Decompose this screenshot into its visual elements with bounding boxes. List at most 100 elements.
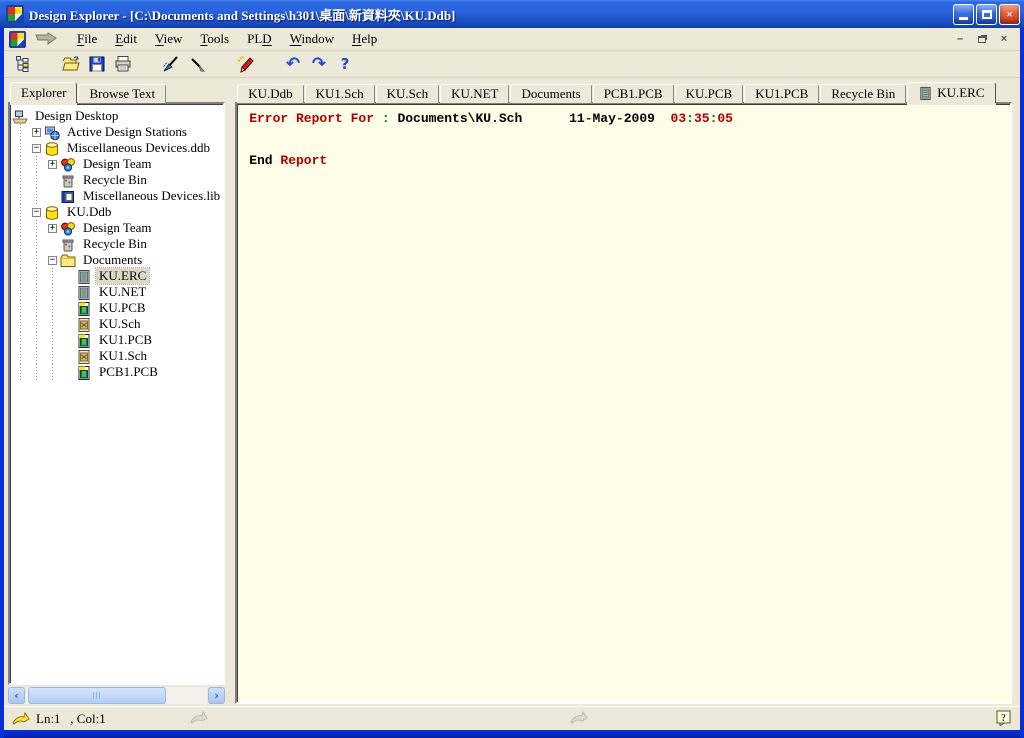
scrollbar-track[interactable]	[26, 687, 207, 704]
tree-item-label[interactable]: Documents	[80, 252, 145, 268]
tree-item-miscellaneous-devices-ddb[interactable]: − Miscellaneous Devices.ddb	[12, 140, 223, 156]
doc-tab-ku-pcb[interactable]: KU.PCB	[675, 84, 744, 103]
editor-text: May	[593, 111, 616, 126]
tree-item-recycle-bin[interactable]: Recycle Bin	[12, 236, 223, 252]
panel-tab-explorer[interactable]: Explorer	[10, 82, 77, 103]
tree-horizontal-scrollbar[interactable]: ‹ ›	[8, 687, 225, 704]
help-icon: ?	[341, 57, 350, 72]
doc-tab-ku1-pcb[interactable]: KU1.PCB	[744, 84, 819, 103]
tree-item-design-team[interactable]: + Design Team	[12, 220, 223, 236]
tree-item-label[interactable]: KU.NET	[96, 284, 149, 300]
close-button[interactable]: ×	[999, 4, 1020, 25]
tree-item-ku1-sch[interactable]: KU1.Sch	[12, 348, 223, 364]
doc-tab-recycle-bin[interactable]: Recycle Bin	[820, 84, 906, 103]
print-button[interactable]	[111, 53, 135, 75]
tree-item-miscellaneous-devices-lib[interactable]: Miscellaneous Devices.lib	[12, 188, 223, 204]
tree-item-label[interactable]: Design Desktop	[32, 108, 121, 124]
panel-tab-browse-text[interactable]: Browse Text	[78, 84, 166, 103]
design-manager-button[interactable]	[11, 53, 35, 75]
tree-guide	[28, 172, 44, 188]
spell-pen-button[interactable]	[233, 53, 257, 75]
tree-item-label[interactable]: Recycle Bin	[80, 236, 150, 252]
print-icon	[114, 55, 132, 73]
scrollbar-thumb[interactable]	[28, 687, 166, 704]
redo-button[interactable]: ↷	[307, 53, 331, 75]
doc-tab-ku-net[interactable]: KU.NET	[440, 84, 509, 103]
tree-item-label[interactable]: Miscellaneous Devices.lib	[80, 188, 223, 204]
doc-tab-ku-sch[interactable]: KU.Sch	[376, 84, 440, 103]
disabled-arrow-icon	[190, 711, 208, 724]
menu-pld[interactable]: PLD	[238, 29, 281, 49]
toolbar-group	[158, 53, 210, 75]
tree-item-pcb1-pcb[interactable]: PCB1.PCB	[12, 364, 223, 380]
tree-item-design-desktop[interactable]: Design Desktop	[12, 108, 223, 124]
tree-item-label[interactable]: Design Team	[80, 156, 155, 172]
tree-item-label[interactable]: PCB1.PCB	[96, 364, 161, 380]
maximize-button[interactable]	[976, 4, 997, 25]
panel-splitter[interactable]	[225, 78, 235, 706]
recycle-icon	[60, 173, 76, 188]
tree-item-ku1-pcb[interactable]: KU1.PCB	[12, 332, 223, 348]
mdi-close-button[interactable]: ×	[996, 32, 1012, 46]
collapse-icon[interactable]: −	[32, 144, 41, 153]
tree-item-ku-erc[interactable]: KU.ERC	[12, 268, 223, 284]
tree-item-ku-pcb[interactable]: KU.PCB	[12, 300, 223, 316]
tree-item-recycle-bin[interactable]: Recycle Bin	[12, 172, 223, 188]
doc-tab-pcb1-pcb[interactable]: PCB1.PCB	[593, 84, 674, 103]
tree-item-label[interactable]: Recycle Bin	[80, 172, 150, 188]
tree-item-label[interactable]: Design Team	[80, 220, 155, 236]
tree-item-label[interactable]: KU1.PCB	[96, 332, 155, 348]
tree-item-label[interactable]: Miscellaneous Devices.ddb	[64, 140, 213, 156]
tree-item-ku-sch[interactable]: KU.Sch	[12, 316, 223, 332]
doc-tab-label: KU1.Sch	[316, 86, 364, 102]
mdi-restore-button[interactable]	[974, 32, 990, 46]
menu-edit[interactable]: Edit	[106, 29, 146, 49]
undo-button[interactable]: ↶	[281, 53, 305, 75]
mdi-minimize-button[interactable]: –	[952, 32, 968, 46]
tree-item-active-design-stations[interactable]: + Active Design Stations	[12, 124, 223, 140]
help-button[interactable]: ?	[333, 53, 357, 75]
library-icon	[60, 189, 76, 204]
save-button[interactable]	[85, 53, 109, 75]
design-desktop-arrow-icon[interactable]	[34, 32, 58, 46]
doc-tab-label: Documents	[521, 86, 580, 102]
tree-item-ku-net[interactable]: KU.NET	[12, 284, 223, 300]
tree-item-label[interactable]: KU.ERC	[96, 268, 149, 284]
tree-item-label[interactable]: KU.PCB	[96, 300, 149, 316]
minimize-button[interactable]	[953, 4, 974, 25]
help-hint-icon[interactable]: ?	[996, 710, 1012, 726]
recycle-icon	[60, 237, 76, 252]
collapse-icon[interactable]: −	[48, 256, 57, 265]
tree-guide	[12, 284, 28, 300]
tree-guide	[12, 188, 28, 204]
menu-file[interactable]: File	[68, 29, 106, 49]
doc-tab-ku-ddb[interactable]: KU.Ddb	[237, 84, 303, 103]
text-editor[interactable]: Error Report For : Documents\KU.Sch 11-M…	[235, 102, 1012, 704]
expand-icon[interactable]: +	[32, 128, 41, 137]
tree-item-design-team[interactable]: + Design Team	[12, 156, 223, 172]
doc-tab-documents[interactable]: Documents	[510, 84, 591, 103]
menu-view[interactable]: View	[146, 29, 191, 49]
tree-item-ku-ddb[interactable]: − KU.Ddb	[12, 204, 223, 220]
tree-item-documents[interactable]: − Documents	[12, 252, 223, 268]
scroll-right-icon[interactable]: ›	[208, 687, 225, 704]
doc-tab-ku1-sch[interactable]: KU1.Sch	[305, 84, 375, 103]
tree-item-label[interactable]: Active Design Stations	[64, 124, 190, 140]
cross-probe-button[interactable]	[159, 53, 183, 75]
scroll-left-icon[interactable]: ‹	[8, 687, 25, 704]
open-folder-button[interactable]	[59, 53, 83, 75]
wiring-tool-button[interactable]	[185, 53, 209, 75]
tree-item-label[interactable]: KU.Ddb	[64, 204, 114, 220]
menu-window[interactable]: Window	[281, 29, 343, 49]
expand-icon[interactable]: +	[48, 224, 57, 233]
expand-icon[interactable]: +	[48, 160, 57, 169]
document-system-menu-icon[interactable]	[9, 31, 26, 48]
menu-help[interactable]: Help	[343, 29, 386, 49]
doc-tab-label: KU.ERC	[937, 85, 984, 101]
tree-item-label[interactable]: KU1.Sch	[96, 348, 150, 364]
editor-text: Report	[280, 153, 327, 168]
menu-tools[interactable]: Tools	[191, 29, 238, 49]
doc-tab-ku-erc[interactable]: KU.ERC	[907, 82, 995, 103]
tree-item-label[interactable]: KU.Sch	[96, 316, 144, 332]
collapse-icon[interactable]: −	[32, 208, 41, 217]
